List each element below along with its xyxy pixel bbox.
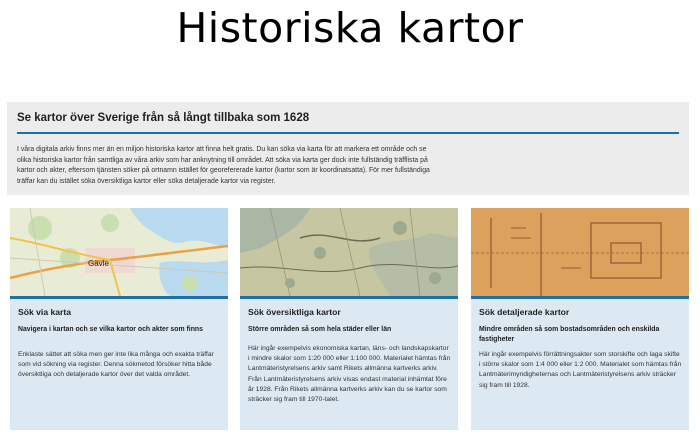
card-subtitle: Navigera i kartan och se vilka kartor oc… (18, 326, 203, 333)
modern-map-thumbnail[interactable]: Gävle (10, 208, 228, 296)
card-search-detailed-maps[interactable]: Sök detaljerade kartor Mindre områden så… (471, 208, 689, 430)
card-title[interactable]: Sök detaljerade kartor (479, 307, 569, 317)
intro-heading: Se kartor över Sverige från så långt til… (17, 112, 310, 124)
card-accent-bar (471, 296, 689, 299)
card-subtitle: Mindre områden så som bostadsområden och… (479, 326, 660, 343)
card-subtitle: Större områden så som hela städer eller … (248, 326, 392, 333)
historic-detailed-map-thumbnail[interactable] (471, 208, 689, 296)
card-accent-bar (240, 296, 458, 299)
card-description: Här ingår exempelvis ekonomiska kartan, … (248, 345, 451, 404)
historic-overview-map-thumbnail[interactable] (240, 208, 458, 296)
slide-title: Historiska kartor (176, 4, 524, 52)
intro-divider (17, 132, 679, 134)
card-search-by-map[interactable]: Gävle Sök via karta Navigera i kartan oc… (10, 208, 228, 430)
card-title[interactable]: Sök via karta (18, 307, 71, 317)
intro-body: I våra digitala arkiv finns mer än en mi… (17, 146, 430, 185)
card-description: Här ingår exempelvis förrättningsakter s… (479, 351, 682, 389)
card-accent-bar (10, 296, 228, 299)
map-city-label: Gävle (88, 259, 109, 268)
card-title[interactable]: Sök översiktliga kartor (248, 307, 341, 317)
intro-panel: Se kartor över Sverige från så långt til… (7, 102, 689, 195)
card-search-overview-maps[interactable]: Sök översiktliga kartor Större områden s… (240, 208, 458, 430)
card-description: Enklaste sättet att söka men ger inte li… (18, 351, 214, 379)
